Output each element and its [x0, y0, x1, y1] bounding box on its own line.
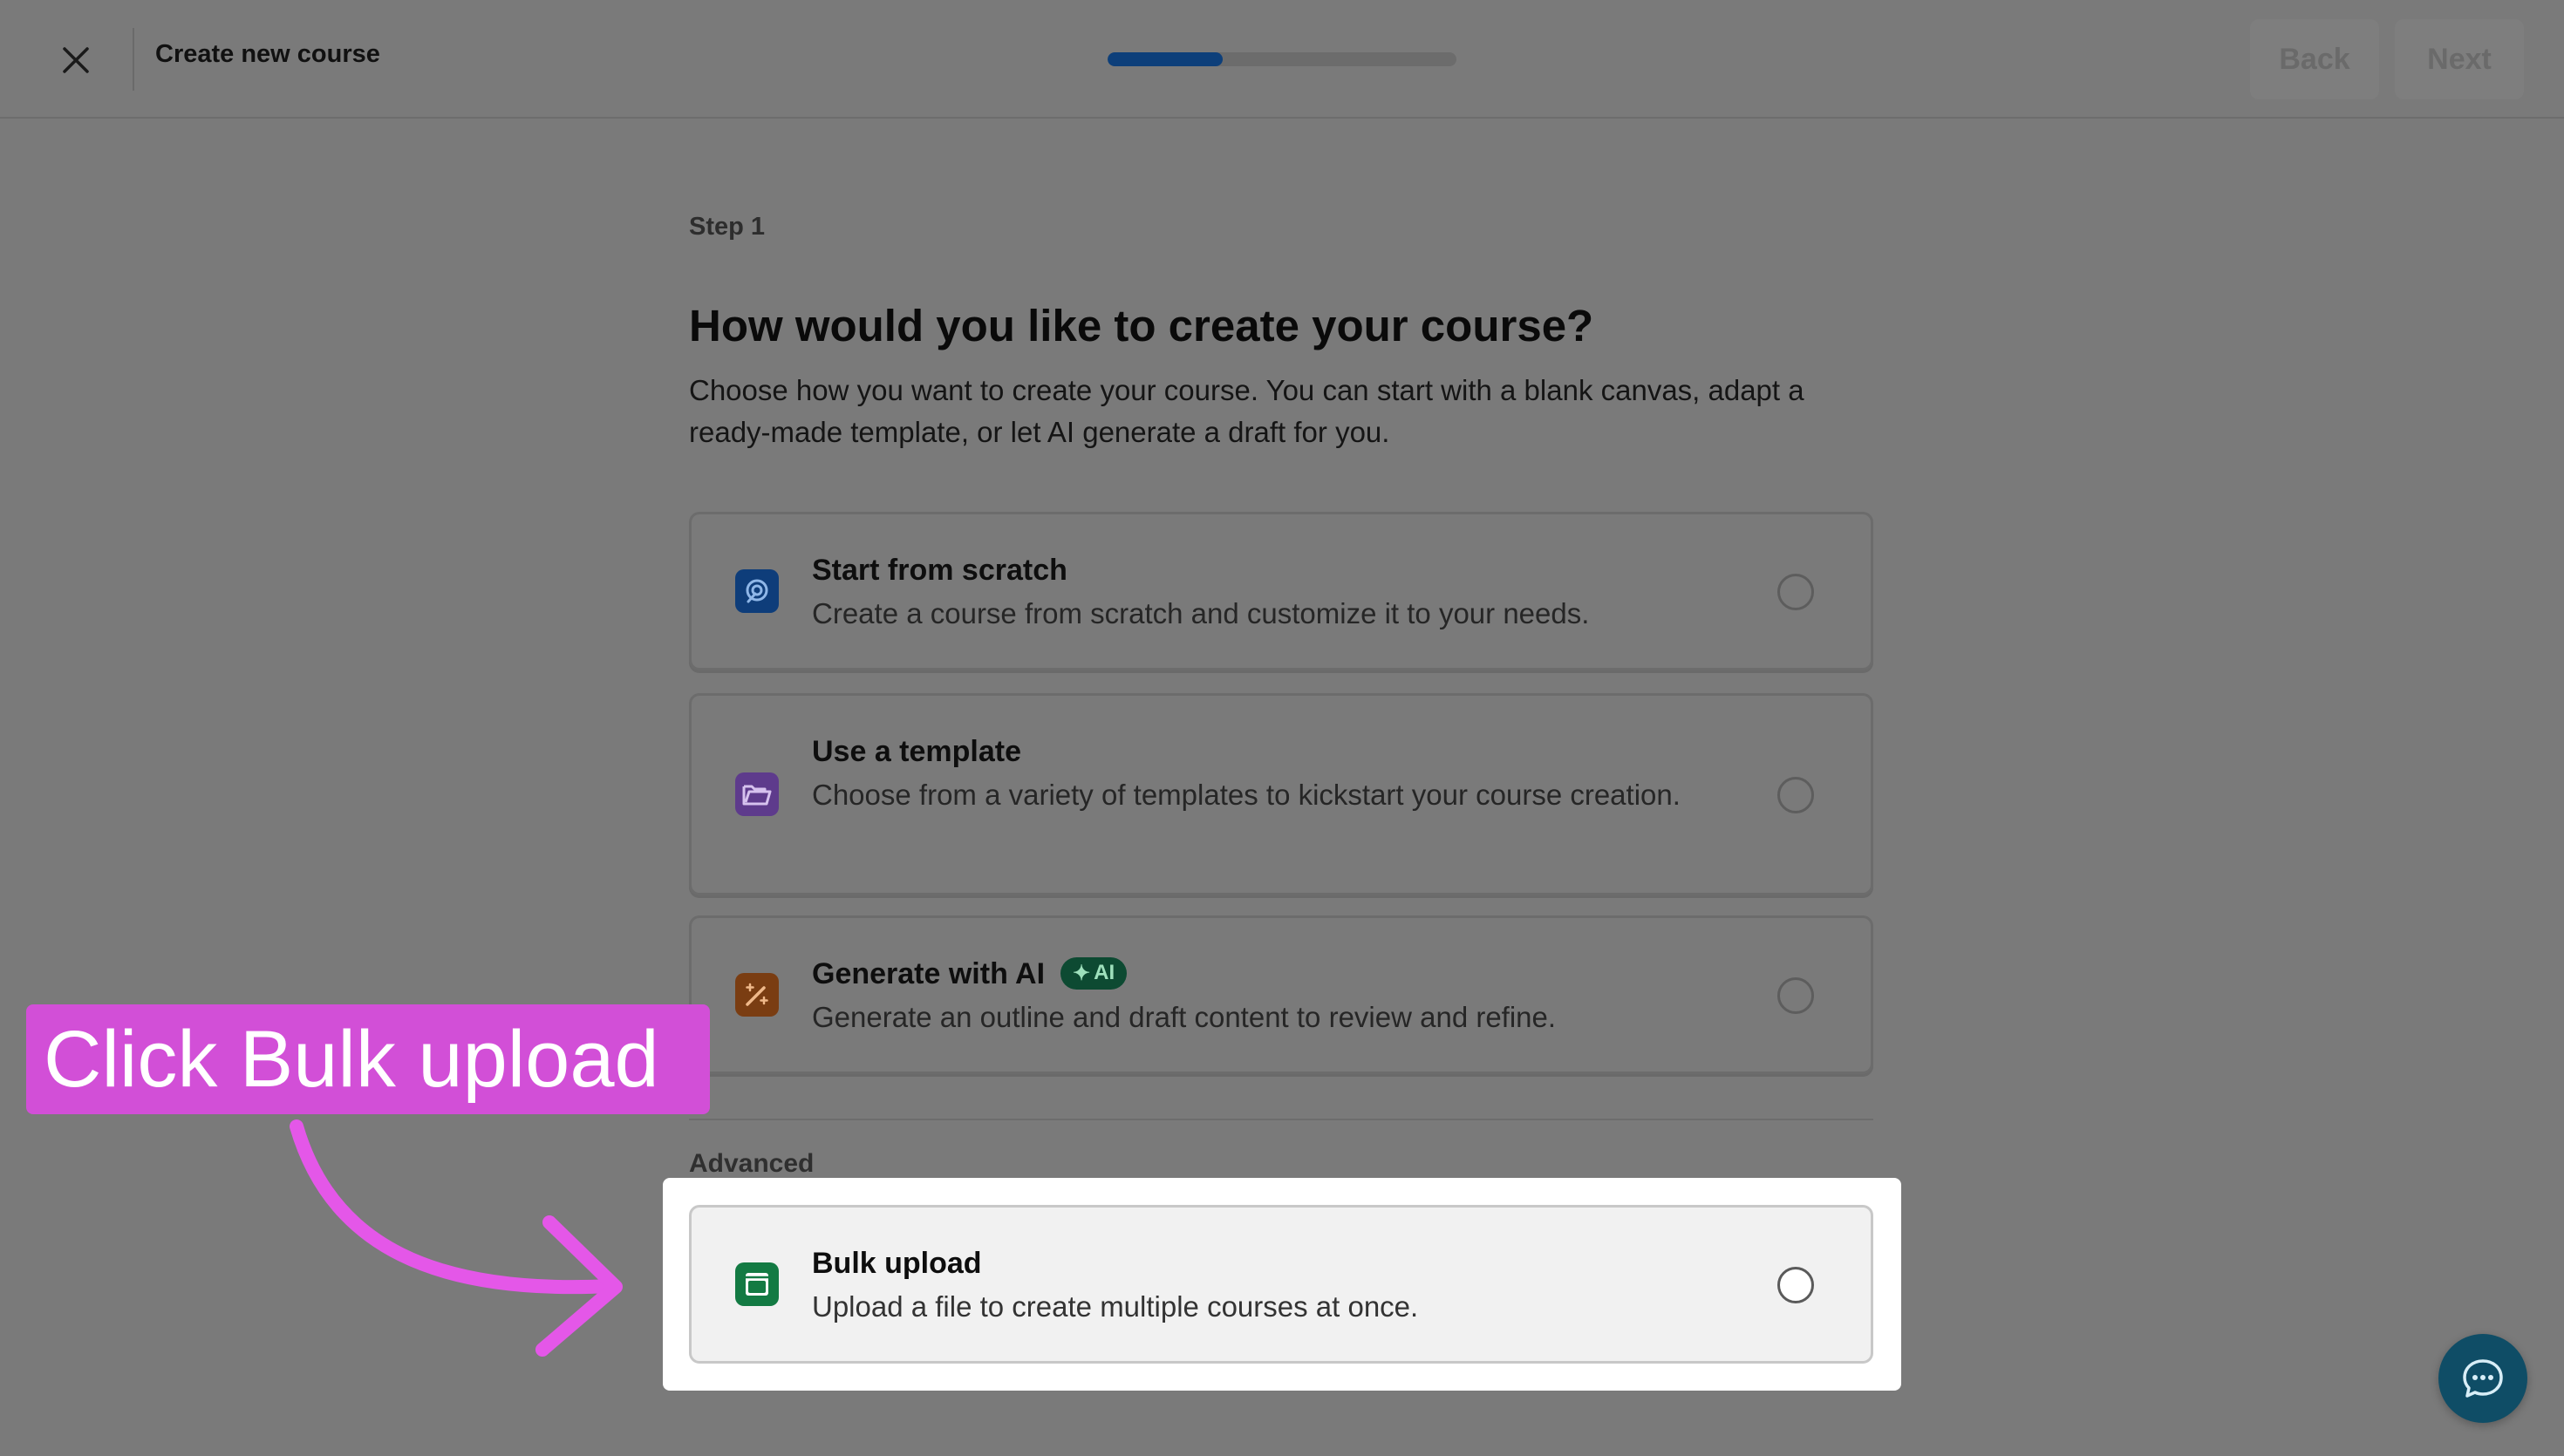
radio-start-from-scratch[interactable] — [1777, 574, 1814, 610]
ai-badge-label: AI — [1094, 961, 1115, 985]
option-description: Generate an outline and draft content to… — [812, 1001, 1557, 1033]
top-bar: Create new course Back Next — [0, 0, 2564, 119]
next-button[interactable]: Next — [2395, 19, 2524, 99]
option-use-template[interactable]: Use a template Choose from a variety of … — [689, 693, 1873, 895]
close-button[interactable] — [54, 38, 98, 82]
option-title: Generate with AI — [812, 957, 1046, 990]
radio-use-template[interactable] — [1777, 777, 1814, 813]
magic-wand-icon — [735, 973, 779, 1017]
option-description: Create a course from scratch and customi… — [812, 597, 1590, 629]
chat-bubble-icon — [2463, 1359, 2503, 1398]
advanced-section-label: Advanced — [689, 1149, 815, 1178]
page-title: Create new course — [155, 40, 380, 68]
radio-generate-with-ai[interactable] — [1777, 977, 1814, 1014]
option-description: Choose from a variety of templates to ki… — [812, 779, 1681, 811]
option-title: Start from scratch — [812, 554, 1067, 587]
option-description: Upload a file to create multiple courses… — [812, 1290, 1419, 1323]
ai-badge: ✦ AI — [1060, 956, 1128, 990]
folder-icon — [735, 772, 779, 816]
sparkle-icon: ✦ — [1073, 961, 1091, 985]
page-heading: How would you like to create your course… — [689, 301, 1594, 350]
chat-button[interactable] — [2438, 1334, 2527, 1423]
bulk-upload-icon — [735, 1262, 779, 1306]
option-title: Use a template — [812, 735, 1021, 768]
back-button[interactable]: Back — [2250, 19, 2379, 99]
option-bulk-upload[interactable]: Bulk upload Upload a file to create mult… — [689, 1205, 1873, 1364]
option-generate-with-ai[interactable]: Generate with AI ✦ AI Generate an outline … — [689, 915, 1873, 1074]
page-description: Choose how you want to create your cours… — [689, 374, 1804, 448]
instruction-callout: Click Bulk upload — [26, 1004, 710, 1114]
option-start-from-scratch[interactable]: Start from scratch Create a course from … — [689, 512, 1873, 670]
progress-bar — [1108, 52, 1456, 66]
section-divider — [689, 1119, 1873, 1120]
close-icon — [63, 47, 89, 73]
step-label: Step 1 — [689, 213, 766, 241]
header-divider — [133, 28, 134, 91]
radio-bulk-upload[interactable] — [1777, 1267, 1814, 1303]
option-title: Bulk upload — [812, 1247, 982, 1280]
scratch-icon — [735, 569, 779, 613]
option-title-row: Generate with AI ✦ AI — [812, 956, 1128, 992]
progress-fill — [1108, 52, 1223, 66]
